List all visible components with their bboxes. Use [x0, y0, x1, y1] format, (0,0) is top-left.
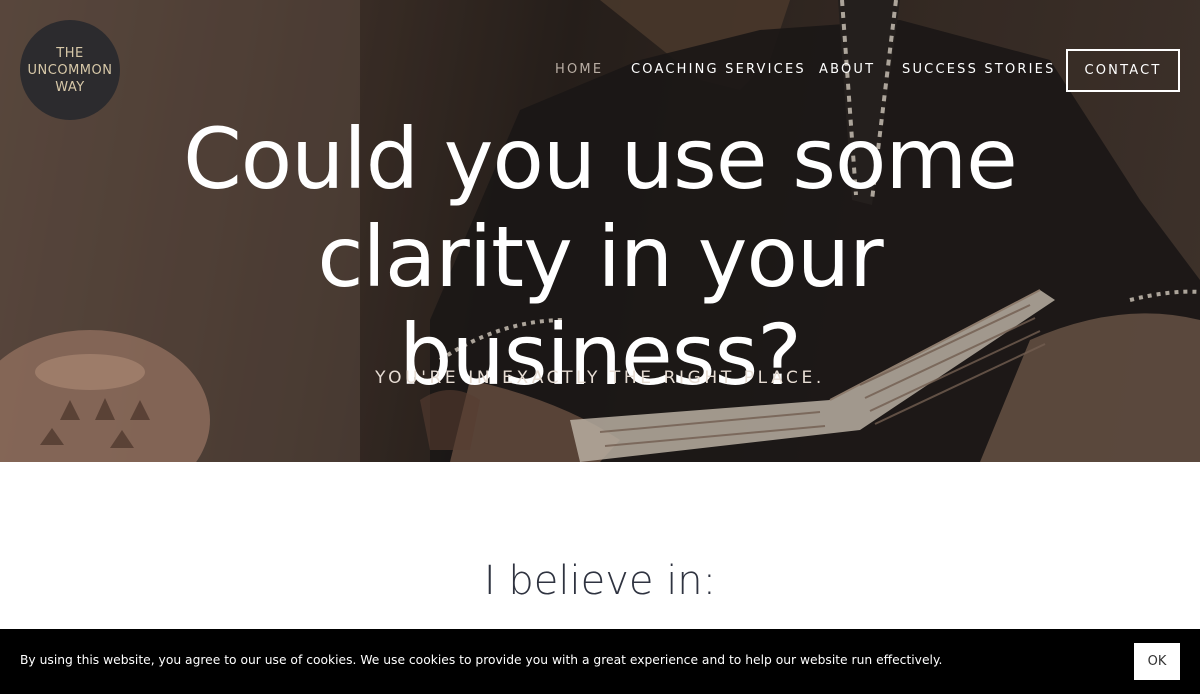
hero-subtitle: YOU'RE IN EXACTLY THE RIGHT PLACE.: [375, 368, 825, 388]
site-logo[interactable]: THE UNCOMMON WAY: [20, 20, 120, 120]
logo-line-1: THE: [56, 45, 84, 61]
section-heading: I believe in:: [483, 558, 717, 604]
cookie-banner: By using this website, you agree to our …: [0, 629, 1200, 694]
hero-title-line-1: Could you use some: [183, 110, 1018, 208]
nav-about-link[interactable]: ABOUT: [819, 62, 875, 77]
nav-coaching-services-link[interactable]: COACHING SERVICES: [631, 62, 806, 77]
contact-button[interactable]: CONTACT: [1066, 49, 1180, 92]
cookie-banner-text: By using this website, you agree to our …: [20, 653, 943, 667]
logo-line-2: UNCOMMON: [27, 62, 113, 78]
hero-title: Could you use some clarity in your busin…: [150, 110, 1050, 404]
nav-home-link[interactable]: HOME: [555, 62, 603, 77]
nav-success-stories-link[interactable]: SUCCESS STORIES: [902, 62, 1056, 77]
logo-line-3: WAY: [55, 79, 85, 95]
cookie-ok-button[interactable]: OK: [1134, 643, 1180, 680]
